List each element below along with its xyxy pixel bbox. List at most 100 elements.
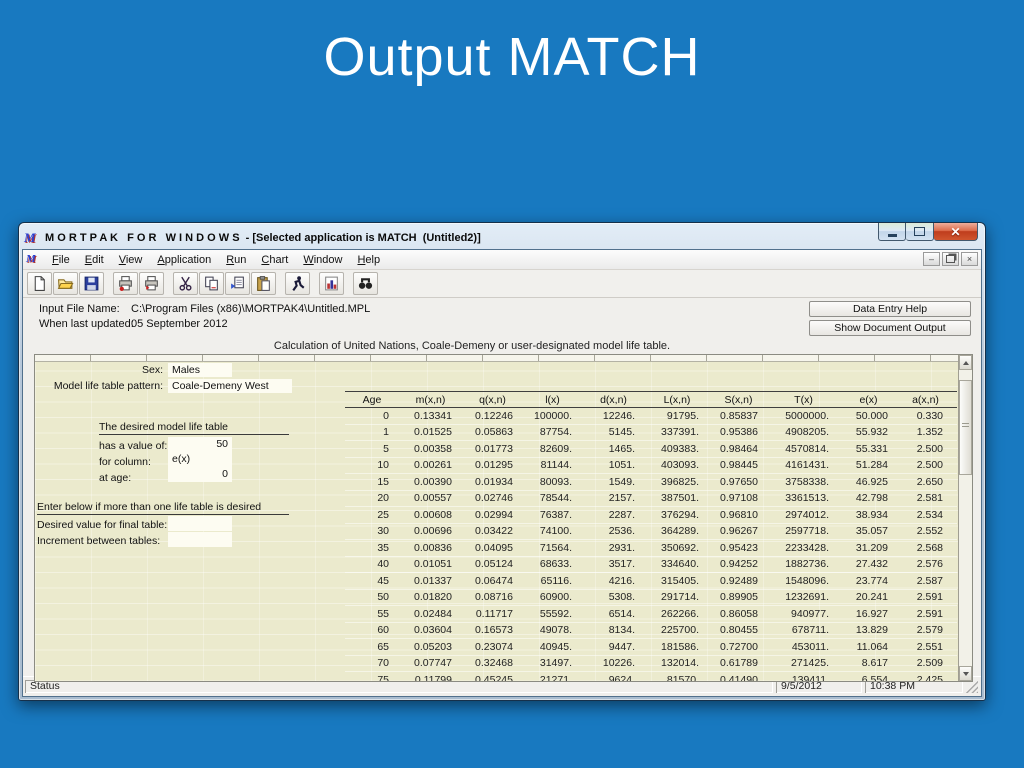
table-cell[interactable]: 2974012. xyxy=(768,509,839,521)
table-cell[interactable]: 0.00557 xyxy=(399,492,462,504)
table-cell[interactable]: 5 xyxy=(345,443,399,455)
table-cell[interactable]: 0.45245 xyxy=(462,674,523,681)
table-cell[interactable]: 0.02484 xyxy=(399,608,462,620)
scrollbar-thumb[interactable] xyxy=(959,380,972,475)
table-cell[interactable]: 0.23074 xyxy=(462,641,523,653)
table-cell[interactable]: 10 xyxy=(345,459,399,471)
table-cell[interactable]: 42.798 xyxy=(839,492,898,504)
table-cell[interactable]: 0.11717 xyxy=(462,608,523,620)
menu-chart[interactable]: Chart xyxy=(254,252,296,268)
table-cell[interactable]: 2.591 xyxy=(898,591,953,603)
save-button[interactable] xyxy=(79,272,104,295)
table-cell[interactable]: 1465. xyxy=(582,443,645,455)
table-cell[interactable]: 2.500 xyxy=(898,443,953,455)
table-cell[interactable]: 0.06474 xyxy=(462,575,523,587)
table-cell[interactable]: 4216. xyxy=(582,575,645,587)
sex-input[interactable]: Males xyxy=(168,363,232,377)
table-cell[interactable]: 50.000 xyxy=(839,410,898,422)
table-cell[interactable]: 350692. xyxy=(645,542,709,554)
table-cell[interactable]: 81570. xyxy=(645,674,709,681)
table-cell[interactable]: 31.209 xyxy=(839,542,898,554)
pattern-input[interactable]: Coale-Demeny West xyxy=(168,379,292,393)
run-button[interactable] xyxy=(285,272,310,295)
table-cell[interactable]: 0.98445 xyxy=(709,459,768,471)
table-cell[interactable]: 0.01295 xyxy=(462,459,523,471)
table-cell[interactable]: 0.41490 xyxy=(709,674,768,681)
table-cell[interactable]: 376294. xyxy=(645,509,709,521)
table-cell[interactable]: 3517. xyxy=(582,558,645,570)
mdi-restore-button[interactable] xyxy=(942,252,959,266)
table-cell[interactable]: 0.01773 xyxy=(462,443,523,455)
paste-button[interactable] xyxy=(225,272,250,295)
table-cell[interactable]: 0.16573 xyxy=(462,624,523,636)
table-cell[interactable]: 0 xyxy=(345,410,399,422)
table-cell[interactable]: 2.500 xyxy=(898,459,953,471)
title-bar[interactable]: M M O R T P A K F O R W I N D O W S - [S… xyxy=(22,226,982,249)
cut-button[interactable] xyxy=(173,272,198,295)
table-cell[interactable]: 9624. xyxy=(582,674,645,681)
table-cell[interactable]: 0.07747 xyxy=(399,657,462,669)
print-preview-button[interactable] xyxy=(139,272,164,295)
table-cell[interactable]: 10226. xyxy=(582,657,645,669)
column-input[interactable]: e(x) xyxy=(168,452,232,467)
table-cell[interactable]: 940977. xyxy=(768,608,839,620)
table-cell[interactable]: 70 xyxy=(345,657,399,669)
table-cell[interactable]: 0.80455 xyxy=(709,624,768,636)
table-cell[interactable]: 2287. xyxy=(582,509,645,521)
table-cell[interactable]: 0.330 xyxy=(898,410,953,422)
table-cell[interactable]: 0.01820 xyxy=(399,591,462,603)
table-cell[interactable]: 75 xyxy=(345,674,399,681)
table-cell[interactable]: 2157. xyxy=(582,492,645,504)
table-cell[interactable]: 55.932 xyxy=(839,426,898,438)
table-cell[interactable]: 23.774 xyxy=(839,575,898,587)
table-cell[interactable]: 1232691. xyxy=(768,591,839,603)
table-cell[interactable]: 46.925 xyxy=(839,476,898,488)
table-cell[interactable]: 0.97650 xyxy=(709,476,768,488)
table-cell[interactable]: 40 xyxy=(345,558,399,570)
table-cell[interactable]: 1882736. xyxy=(768,558,839,570)
table-cell[interactable]: 0.00608 xyxy=(399,509,462,521)
table-cell[interactable]: 6.554 xyxy=(839,674,898,681)
table-cell[interactable]: 8134. xyxy=(582,624,645,636)
table-cell[interactable]: 21271. xyxy=(523,674,582,681)
table-cell[interactable]: 9447. xyxy=(582,641,645,653)
table-cell[interactable]: 5145. xyxy=(582,426,645,438)
table-cell[interactable]: 3758338. xyxy=(768,476,839,488)
table-cell[interactable]: 60900. xyxy=(523,591,582,603)
menu-edit[interactable]: Edit xyxy=(78,252,112,268)
spreadsheet-grid[interactable]: Sex: Males Model life table pattern: Coa… xyxy=(35,355,958,681)
new-document-button[interactable] xyxy=(27,272,52,295)
table-cell[interactable]: 40945. xyxy=(523,641,582,653)
show-document-output-button[interactable]: Show Document Output xyxy=(809,320,971,336)
scroll-up-button[interactable] xyxy=(959,355,972,370)
table-cell[interactable]: 0.02746 xyxy=(462,492,523,504)
table-cell[interactable]: 2.576 xyxy=(898,558,953,570)
table-cell[interactable]: 387501. xyxy=(645,492,709,504)
table-cell[interactable]: 35.057 xyxy=(839,525,898,537)
table-cell[interactable]: 51.284 xyxy=(839,459,898,471)
table-cell[interactable]: 2536. xyxy=(582,525,645,537)
table-cell[interactable]: 12246. xyxy=(582,410,645,422)
table-cell[interactable]: 20.241 xyxy=(839,591,898,603)
table-cell[interactable]: 16.927 xyxy=(839,608,898,620)
chart-button[interactable] xyxy=(319,272,344,295)
table-cell[interactable]: 8.617 xyxy=(839,657,898,669)
table-cell[interactable]: 334640. xyxy=(645,558,709,570)
table-cell[interactable]: 2.509 xyxy=(898,657,953,669)
table-cell[interactable]: 403093. xyxy=(645,459,709,471)
table-cell[interactable]: 30 xyxy=(345,525,399,537)
table-cell[interactable]: 181586. xyxy=(645,641,709,653)
table-cell[interactable]: 0.00261 xyxy=(399,459,462,471)
table-cell[interactable]: 0.72700 xyxy=(709,641,768,653)
table-cell[interactable]: 2.650 xyxy=(898,476,953,488)
increment-input[interactable] xyxy=(168,532,232,547)
table-cell[interactable]: 1549. xyxy=(582,476,645,488)
table-cell[interactable]: 0.08716 xyxy=(462,591,523,603)
table-cell[interactable]: 0.02994 xyxy=(462,509,523,521)
resize-grip-icon[interactable] xyxy=(966,681,978,693)
open-folder-button[interactable] xyxy=(53,272,78,295)
value-input[interactable]: 50 xyxy=(168,437,232,452)
copy-button[interactable] xyxy=(199,272,224,295)
table-cell[interactable]: 0.94252 xyxy=(709,558,768,570)
table-cell[interactable]: 2.534 xyxy=(898,509,953,521)
